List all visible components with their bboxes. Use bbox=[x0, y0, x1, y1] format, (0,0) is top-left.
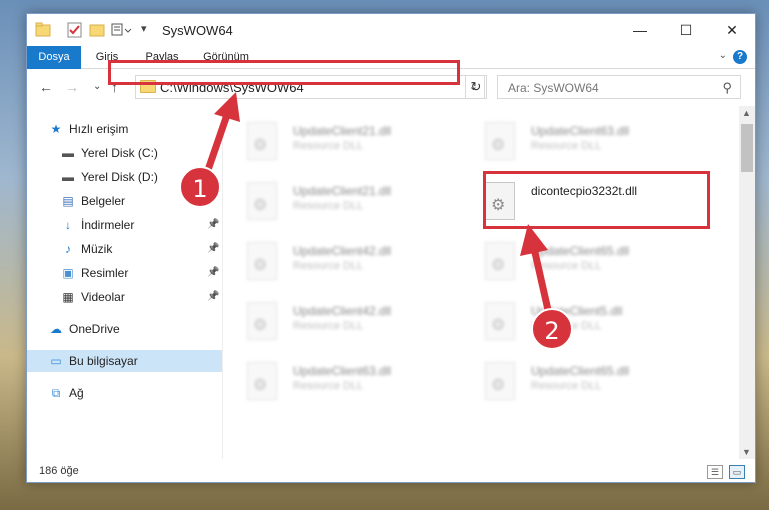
step-2-badge: 2 bbox=[531, 308, 573, 350]
arrow-to-file bbox=[520, 224, 552, 311]
step-1-badge: 1 bbox=[179, 166, 221, 208]
arrow-to-address bbox=[204, 92, 240, 172]
annotation-arrows bbox=[204, 92, 552, 311]
